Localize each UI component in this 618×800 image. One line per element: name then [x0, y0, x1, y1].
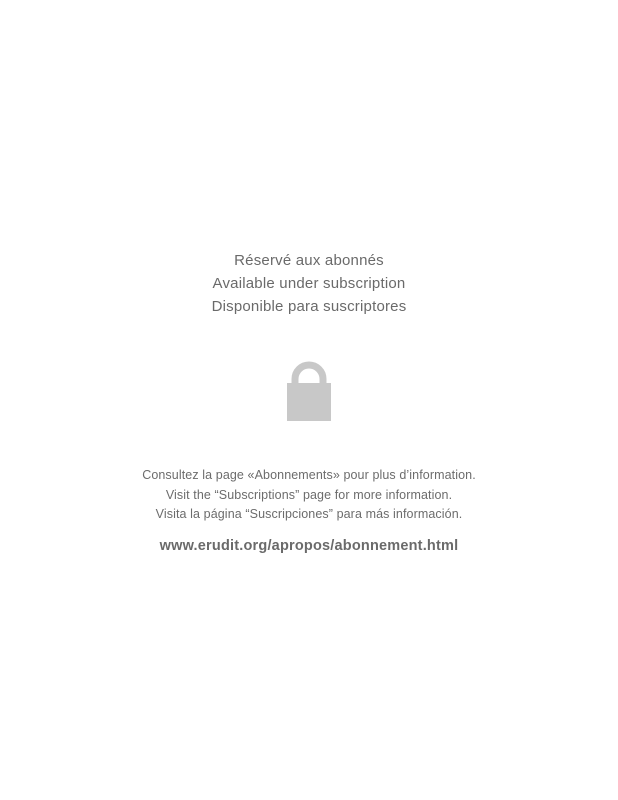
lock-icon	[287, 361, 331, 421]
info-line-fr: Consultez la page «Abonnements» pour plu…	[142, 468, 476, 482]
info-line-es: Visita la página “Suscripciones” para má…	[155, 507, 463, 521]
notice-line-fr: Réservé aux abonnés	[234, 252, 384, 269]
subscription-notice-page: Réservé aux abonnés Available under subs…	[0, 0, 618, 800]
subscription-page-link[interactable]: www.erudit.org/apropos/abonnement.html	[0, 536, 618, 556]
info-line-en: Visit the “Subscriptions” page for more …	[165, 487, 453, 502]
subscription-notice: Réservé aux abonnés Available under subs…	[0, 249, 618, 318]
notice-line-en: Available under subscription	[212, 275, 406, 292]
notice-line-es: Disponible para suscriptores	[211, 298, 407, 315]
subscription-info: Consultez la page «Abonnements» pour plu…	[0, 466, 618, 525]
